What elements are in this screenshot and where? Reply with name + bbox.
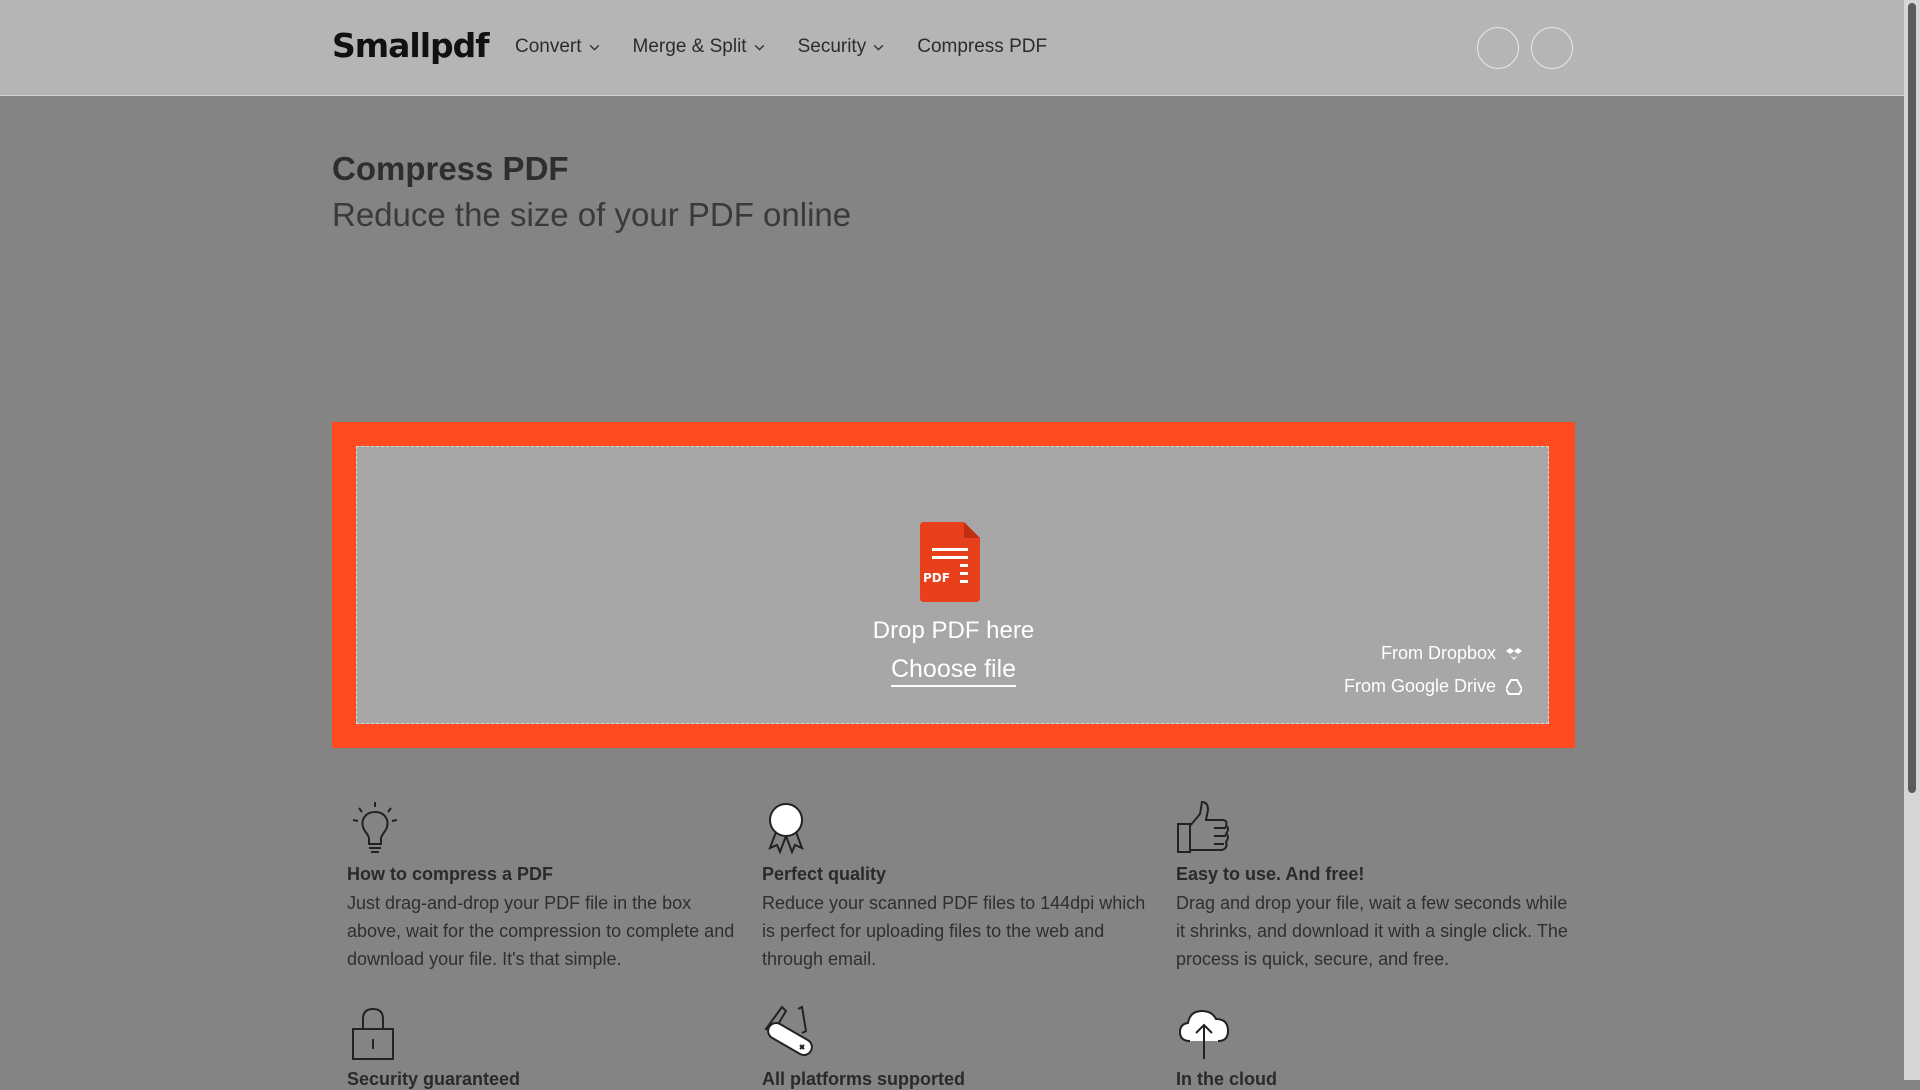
nav-convert[interactable]: Convert: [515, 36, 601, 58]
pocket-knife-icon: [764, 1005, 813, 1056]
pdf-icon-label: PDF: [923, 571, 950, 585]
vertical-scrollbar[interactable]: [1904, 0, 1920, 1080]
page-subtitle: Reduce the size of your PDF online: [332, 196, 852, 233]
nav-compress-pdf-label: Compress PDF: [917, 36, 1048, 57]
chevron-down-icon: [873, 44, 884, 51]
feature-how-to-compress: How to compress a PDF Just drag-and-drop…: [347, 800, 747, 973]
feature-title: Perfect quality: [762, 864, 887, 884]
feature-title: How to compress a PDF: [347, 864, 554, 884]
feature-body: Just drag-and-drop your PDF file in the …: [347, 893, 735, 969]
main-nav: Convert Merge & Split Security Compress …: [515, 36, 1079, 58]
dropbox-icon: [1506, 647, 1522, 660]
feature-security: Security guaranteed: [347, 1005, 747, 1090]
nav-security[interactable]: Security: [798, 36, 886, 58]
feature-body: Drag and drop your file, wait a few seco…: [1176, 893, 1568, 969]
from-google-drive-label: From Google Drive: [1343, 676, 1496, 696]
from-google-drive-link[interactable]: From Google Drive: [1344, 676, 1522, 697]
google-drive-icon: [1506, 678, 1522, 695]
feature-easy-to-use: Easy to use. And free! Drag and drop you…: [1176, 800, 1576, 973]
nav-security-label: Security: [797, 36, 867, 57]
feature-all-platforms: All platforms supported: [762, 1005, 1162, 1090]
smallpdf-logo[interactable]: Smallpdf: [332, 26, 490, 65]
feature-title: Easy to use. And free!: [1176, 864, 1365, 884]
dropzone-frame[interactable]: PDF Drop PDF here Choose file From Dropb…: [332, 422, 1575, 748]
header-circle-button-2[interactable]: [1531, 27, 1573, 69]
feature-perfect-quality: Perfect quality Reduce your scanned PDF …: [762, 800, 1162, 973]
cloud-upload-icon: [1178, 1009, 1230, 1059]
top-navbar: Smallpdf Convert Merge & Split Security …: [0, 0, 1904, 96]
nav-compress-pdf[interactable]: Compress PDF: [917, 36, 1047, 58]
drop-pdf-text: Drop PDF here: [872, 617, 1035, 644]
nav-convert-label: Convert: [515, 36, 582, 57]
thumbs-up-icon: [1177, 800, 1229, 853]
pdf-file-icon: PDF: [920, 522, 980, 602]
header-circle-button-1[interactable]: [1477, 27, 1519, 69]
page: Smallpdf Convert Merge & Split Security …: [0, 0, 1904, 1089]
page-title: Compress PDF: [332, 150, 569, 187]
feature-body: Reduce your scanned PDF files to 144dpi …: [762, 893, 1146, 969]
padlock-icon: [352, 1007, 394, 1060]
from-dropbox-link[interactable]: From Dropbox: [1381, 643, 1522, 664]
scrollbar-thumb[interactable]: [1908, 3, 1916, 793]
nav-merge-split-label: Merge & Split: [632, 36, 747, 57]
lightbulb-icon: [352, 802, 398, 853]
feature-in-the-cloud: In the cloud: [1176, 1005, 1576, 1090]
chevron-down-icon: [754, 44, 764, 51]
choose-file-link[interactable]: Choose file: [890, 655, 1017, 687]
chevron-down-icon: [589, 44, 599, 51]
dropzone[interactable]: PDF Drop PDF here Choose file From Dropb…: [356, 446, 1549, 724]
award-ribbon-icon: [768, 803, 804, 855]
from-dropbox-label: From Dropbox: [1380, 643, 1496, 663]
nav-merge-split[interactable]: Merge & Split: [633, 36, 766, 58]
